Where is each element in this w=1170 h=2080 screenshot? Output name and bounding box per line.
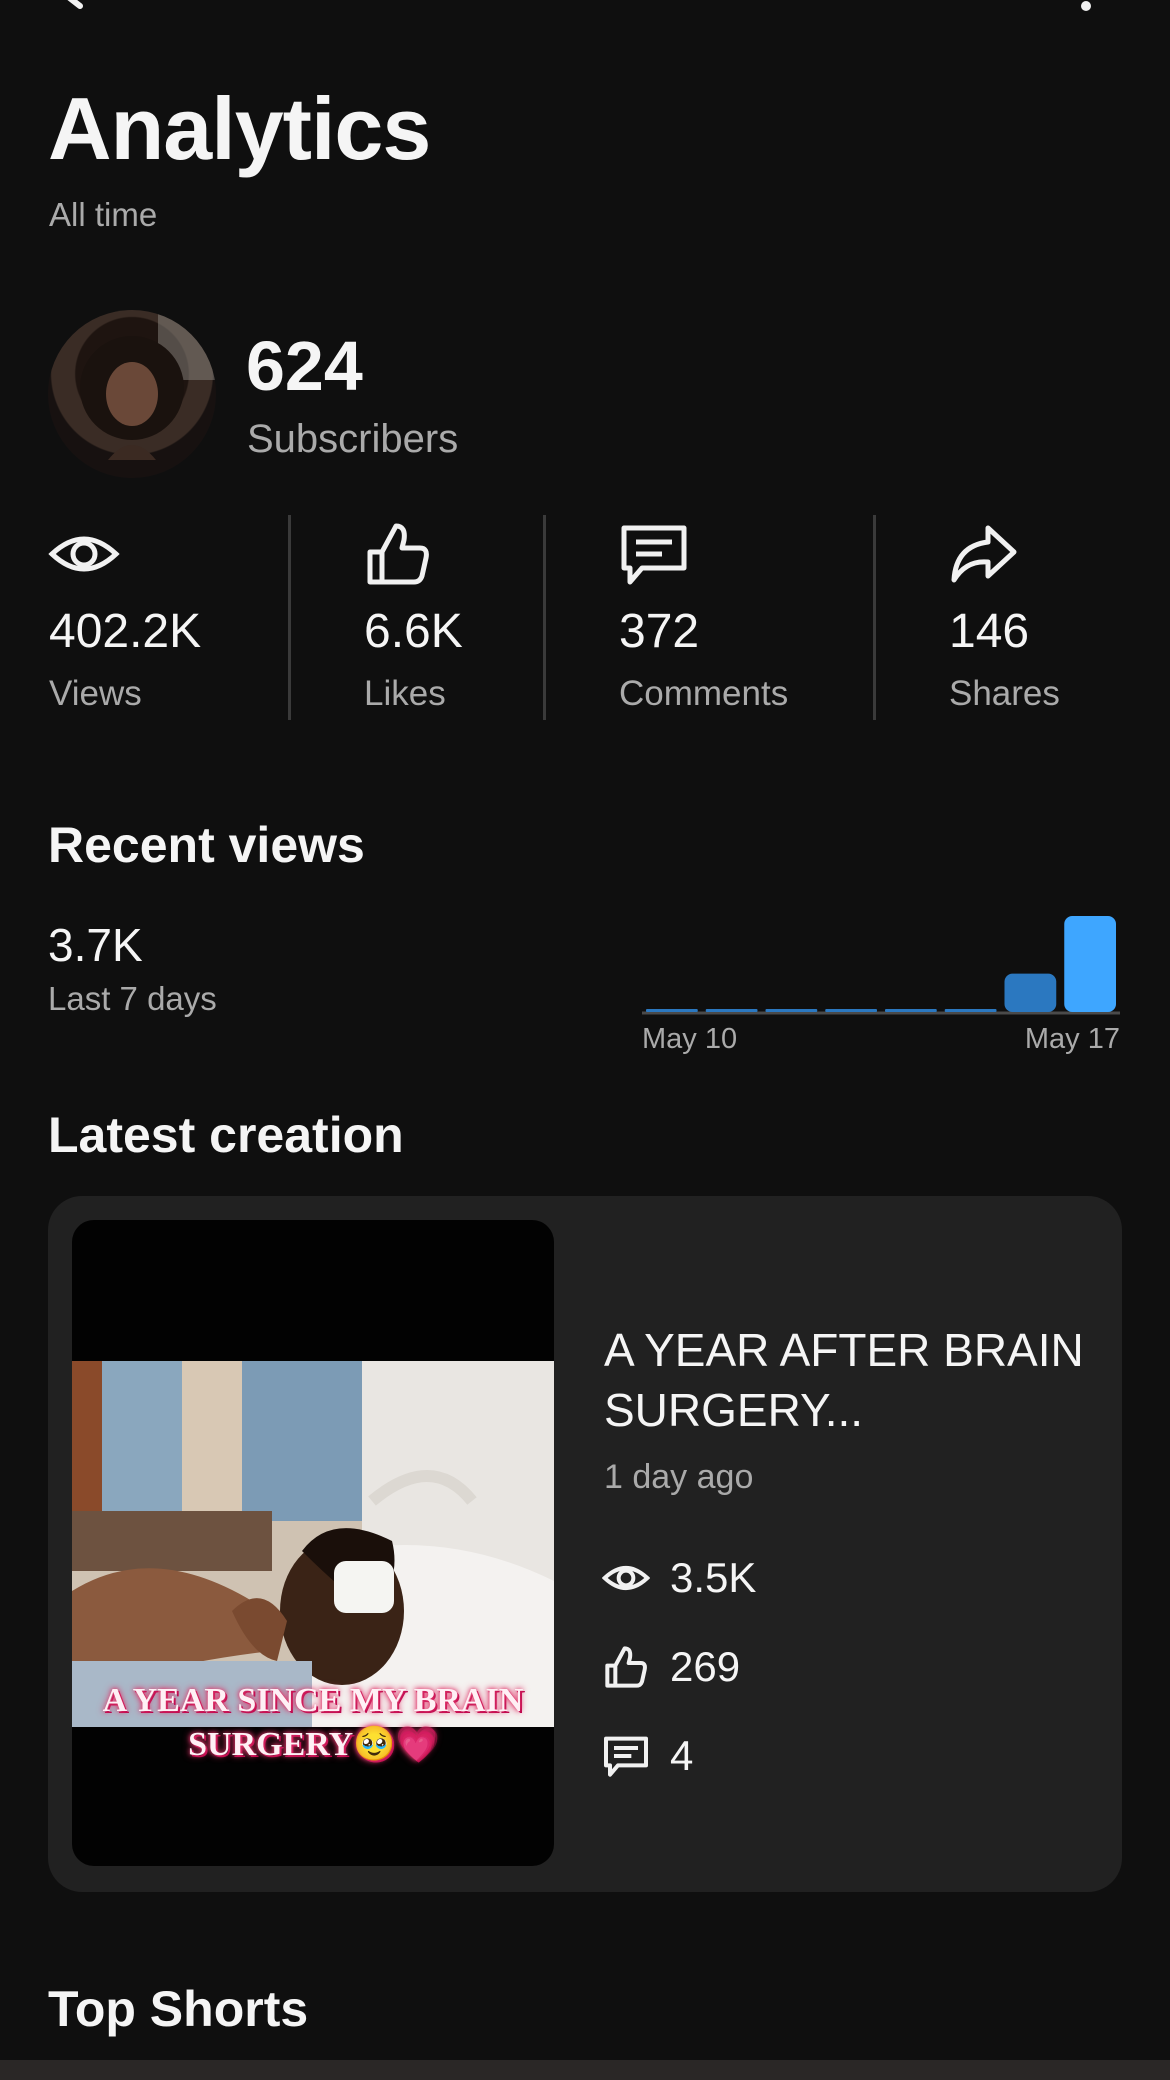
recent-views-title: Recent views: [48, 817, 365, 873]
comments-value: 372: [619, 605, 700, 658]
comment-icon: [604, 1736, 648, 1777]
shares-label: Shares: [949, 674, 1060, 713]
thumbs-up-icon: [605, 1646, 647, 1688]
back-arrow-icon[interactable]: [50, 0, 100, 14]
eye-icon: [602, 1566, 650, 1590]
subscribers-count: 624: [246, 327, 363, 405]
views-value: 402.2K: [49, 605, 202, 658]
recent-views-chart[interactable]: May 10 May 17: [640, 905, 1120, 1055]
views-label: Views: [49, 674, 142, 713]
chart-bar: [885, 1009, 937, 1012]
comments-label: Comments: [619, 674, 789, 713]
recent-views-bars: May 10 May 17: [642, 916, 1120, 1055]
shares-value: 146: [949, 605, 1030, 658]
next-section-preview: [0, 2060, 1170, 2080]
thumbs-up-icon: [367, 523, 429, 585]
stat-divider: [543, 515, 546, 720]
top-shorts-title: Top Shorts: [48, 1981, 309, 2037]
thumbnail-photo: [72, 1361, 554, 1727]
thumbnail-caption-line1: A YEAR SINCE MY BRAIN: [102, 1682, 524, 1719]
thumbnail-caption-line2: SURGERY🥹💗: [188, 1726, 438, 1763]
avatar: [48, 310, 216, 478]
chart-bar: [1064, 916, 1116, 1012]
chart-start-label: May 10: [642, 1023, 737, 1055]
stat-divider: [873, 515, 876, 720]
video-thumbnail[interactable]: A YEAR SINCE MY BRAIN SURGERY🥹💗: [72, 1220, 554, 1866]
chart-bar: [944, 1009, 997, 1012]
chart-bar: [646, 1009, 698, 1012]
likes-label: Likes: [364, 674, 446, 713]
chart-end-label: May 17: [1025, 1023, 1120, 1055]
recent-views-value: 3.7K: [48, 919, 143, 971]
comment-icon: [621, 525, 687, 585]
more-options-icon[interactable]: [1076, 0, 1096, 14]
video-views-value: 3.5K: [670, 1554, 757, 1601]
chart-bar: [765, 1009, 818, 1012]
chart-bar: [1004, 973, 1057, 1012]
video-likes-value: 269: [670, 1643, 741, 1690]
likes-value: 6.6K: [364, 605, 463, 658]
eye-icon: [48, 536, 120, 572]
latest-creation-title: Latest creation: [48, 1107, 404, 1163]
recent-views-label: Last 7 days: [48, 980, 217, 1017]
video-age: 1 day ago: [604, 1458, 754, 1496]
share-icon: [951, 525, 1017, 583]
subscribers-label: Subscribers: [247, 417, 459, 461]
chart-bar: [705, 1009, 758, 1012]
period-label: All time: [49, 196, 158, 233]
chart-bar: [825, 1009, 877, 1012]
page-title: Analytics: [48, 79, 431, 178]
stat-divider: [288, 515, 291, 720]
video-title[interactable]: A YEAR AFTER BRAIN SURGERY...: [604, 1320, 1084, 1440]
video-comments-value: 4: [670, 1732, 694, 1779]
